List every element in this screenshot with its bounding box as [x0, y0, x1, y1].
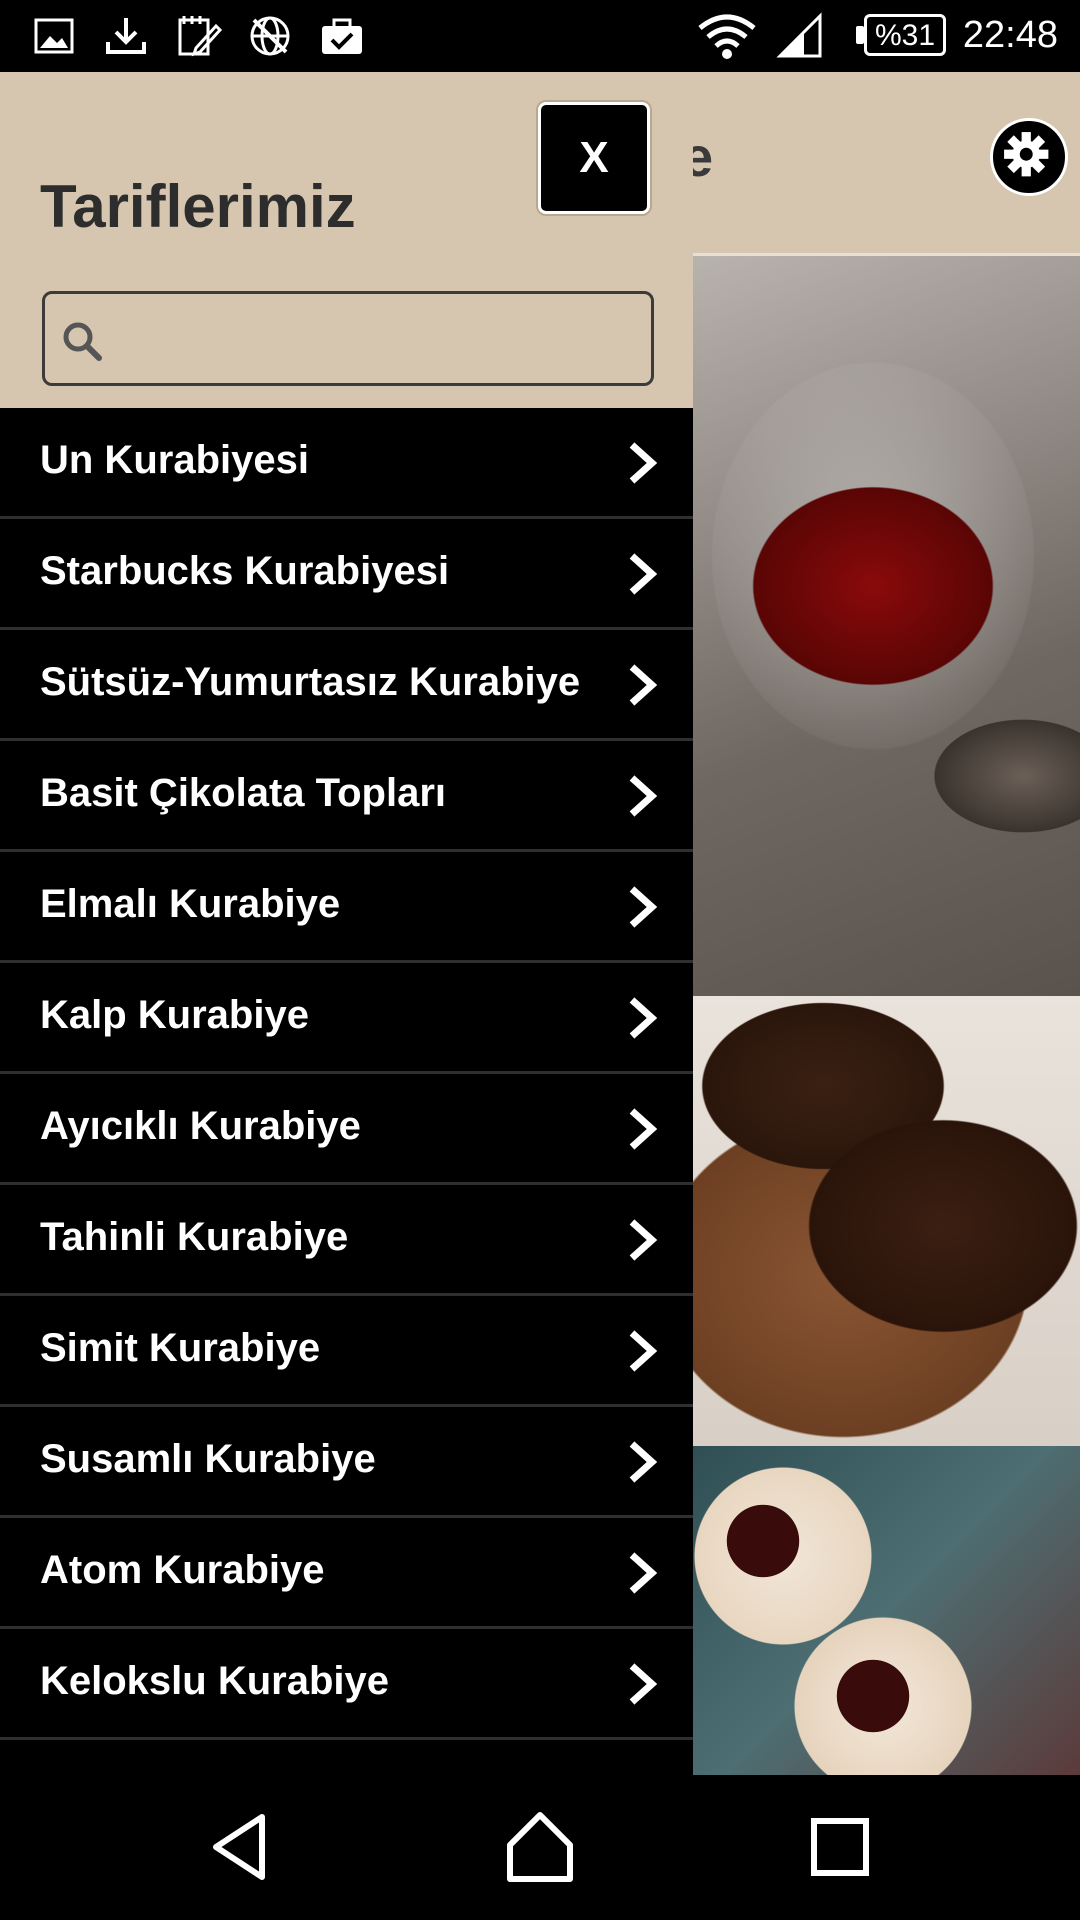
- chevron-right-icon: [629, 886, 658, 928]
- search-icon: [63, 322, 102, 361]
- list-item[interactable]: Tahinli Kurabiye: [0, 1185, 693, 1296]
- list-item[interactable]: Un Kurabiyesi: [0, 408, 693, 519]
- chevron-right-icon: [629, 775, 658, 817]
- chevron-right-icon: [629, 553, 658, 595]
- battery-nub: [856, 26, 864, 44]
- list-item-label: Sütsüz-Yumurtasız Kurabiye: [40, 660, 581, 704]
- list-item[interactable]: Basit Çikolata Topları: [0, 741, 693, 852]
- download-icon: [106, 18, 146, 54]
- drawer-header: Tariflerimiz X: [0, 72, 693, 408]
- status-bar: %31 22:48: [0, 0, 1080, 72]
- edit-note-icon: [178, 16, 222, 57]
- briefcase-check-icon: [322, 18, 362, 54]
- cell-signal-icon: [776, 12, 822, 58]
- list-item[interactable]: Atom Kurabiye: [0, 1518, 693, 1629]
- list-item-label: Kelokslu Kurabiye: [40, 1659, 390, 1703]
- chevron-right-icon: [629, 997, 658, 1039]
- list-item[interactable]: Simit Kurabiye: [0, 1296, 693, 1407]
- tea-photo[interactable]: [693, 256, 1080, 996]
- list-item-label: Atom Kurabiye: [40, 1548, 325, 1592]
- no-network-globe-icon: [250, 16, 290, 56]
- battery-level: %31: [874, 19, 936, 52]
- chevron-right-icon: [629, 442, 658, 484]
- list-item[interactable]: Susamlı Kurabiye: [0, 1407, 693, 1518]
- list-item-label: Un Kurabiyesi: [40, 438, 309, 482]
- list-item-label: Tahinli Kurabiye: [40, 1215, 349, 1259]
- chevron-right-icon: [629, 1330, 658, 1372]
- list-item-label: Basit Çikolata Topları: [40, 771, 447, 815]
- chevron-right-icon: [629, 1108, 658, 1150]
- battery-icon: %31: [864, 14, 946, 56]
- drawer-title: Tariflerimiz: [40, 173, 356, 240]
- list-item-label: Ayıcıklı Kurabiye: [40, 1104, 361, 1148]
- list-item[interactable]: Sütsüz-Yumurtasız Kurabiye: [0, 630, 693, 741]
- recipe-list: Un Kurabiyesi Starbucks Kurabiyesi Sütsü…: [0, 408, 693, 1740]
- clock: 22:48: [962, 14, 1058, 56]
- settings-button[interactable]: [990, 118, 1068, 196]
- jam-cookies-photo[interactable]: [693, 1446, 1080, 1776]
- chevron-right-icon: [629, 1441, 658, 1483]
- list-item-label: Simit Kurabiye: [40, 1326, 321, 1370]
- list-item-label: Susamlı Kurabiye: [40, 1437, 376, 1481]
- search-input[interactable]: [115, 300, 635, 378]
- list-item-label: Elmalı Kurabiye: [40, 882, 341, 926]
- back-icon[interactable]: [200, 1805, 284, 1889]
- system-nav-bar: [0, 1775, 1080, 1920]
- chevron-right-icon: [629, 1219, 658, 1261]
- chevron-right-icon: [629, 1663, 658, 1705]
- list-item[interactable]: Starbucks Kurabiyesi: [0, 519, 693, 630]
- navigation-drawer: Tariflerimiz X Un Kurabiyesi Starbucks K…: [0, 72, 693, 1775]
- chevron-right-icon: [629, 1552, 658, 1594]
- wifi-icon: [698, 14, 756, 59]
- chevron-right-icon: [629, 664, 658, 706]
- list-item[interactable]: Ayıcıklı Kurabiye: [0, 1074, 693, 1185]
- gear-icon: [1004, 132, 1049, 177]
- list-item-label: Starbucks Kurabiyesi: [40, 549, 450, 593]
- list-item[interactable]: Kalp Kurabiye: [0, 963, 693, 1074]
- list-item[interactable]: Elmalı Kurabiye: [0, 852, 693, 963]
- image-icon: [34, 18, 74, 54]
- recents-icon[interactable]: [798, 1805, 882, 1889]
- close-drawer-button[interactable]: X: [538, 102, 650, 214]
- search-box[interactable]: [42, 291, 654, 386]
- chocolate-cookie-photo[interactable]: [693, 996, 1080, 1446]
- list-item-label: Kalp Kurabiye: [40, 993, 309, 1037]
- home-icon[interactable]: [498, 1805, 582, 1889]
- list-item[interactable]: Kelokslu Kurabiye: [0, 1629, 693, 1740]
